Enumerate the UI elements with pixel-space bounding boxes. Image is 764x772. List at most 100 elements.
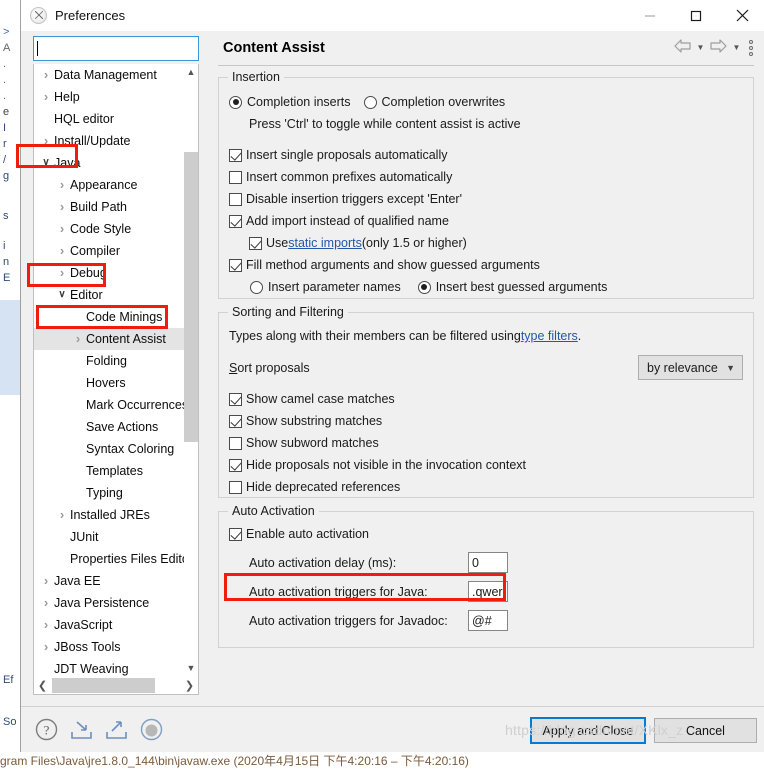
tree-item-typing[interactable]: Typing [34,482,186,504]
tree-item-junit[interactable]: JUnit [34,526,186,548]
tree-item-save-actions[interactable]: Save Actions [34,416,186,438]
type-filters-link[interactable]: type filters [521,329,578,343]
chevron-right-icon[interactable] [38,574,54,588]
tree-item-syntax-coloring[interactable]: Syntax Coloring [34,438,186,460]
forward-dropdown-icon[interactable]: ▼ [730,43,743,52]
chevron-right-icon[interactable] [54,200,70,214]
disable-insertion-triggers-checkbox[interactable] [229,192,242,206]
tree-item-folding[interactable]: Folding [34,350,186,372]
sort-proposals-label: Sort proposals [229,360,310,375]
insert-parameter-names-radio[interactable] [250,280,263,294]
show-camel-case-checkbox[interactable] [229,392,242,406]
chevron-down-icon: ▼ [726,362,735,373]
java-triggers-input[interactable]: .qwer [468,581,508,602]
chevron-right-icon[interactable] [38,134,54,148]
insert-common-prefixes-checkbox[interactable] [229,170,242,184]
tree-item-properties-files-editor[interactable]: Properties Files Editor [34,548,186,570]
completion-inserts-label: Completion inserts [247,95,351,109]
bg-line: r [3,138,7,150]
preferences-tree[interactable]: Data Management Help HQL editor Install/Upd… [33,64,199,695]
tree-item-debug[interactable]: Debug [34,262,186,284]
tree-item-label: Save Actions [86,420,159,434]
tree-item-appearance[interactable]: Appearance [34,174,186,196]
forward-arrow-icon[interactable] [709,39,728,56]
tree-item-code-style[interactable]: Code Style [34,218,186,240]
show-substring-checkbox[interactable] [229,414,242,428]
chevron-right-icon[interactable] [54,508,70,522]
chevron-right-icon[interactable] [54,244,70,258]
bg-line: So [3,716,17,728]
tree-item-java[interactable]: Java [34,152,186,174]
chevron-right-icon[interactable] [38,90,54,104]
completion-overwrites-radio[interactable] [363,95,377,109]
tree-item-hql-editor[interactable]: HQL editor [34,108,186,130]
tree-item-templates[interactable]: Templates [34,460,186,482]
hide-deprecated-checkbox[interactable] [229,480,242,494]
tree-item-content-assist[interactable]: Content Assist [34,328,186,350]
tree-item-data-management[interactable]: Data Management [34,64,186,86]
view-menu-icon[interactable] [749,39,753,56]
export-icon[interactable] [104,717,129,742]
fill-method-arguments-checkbox[interactable] [229,258,242,272]
chevron-right-icon[interactable] [54,266,70,280]
tree-vertical-scrollbar-thumb[interactable] [184,152,198,442]
enable-auto-activation-label: Enable auto activation [246,527,370,541]
chevron-right-icon[interactable] [38,596,54,610]
tree-item-install-update[interactable]: Install/Update [34,130,186,152]
insert-best-guessed-radio[interactable] [417,280,431,294]
tree-horizontal-scrollbar-thumb[interactable] [52,678,155,693]
tree-item-code-minings[interactable]: Code Minings [34,306,186,328]
tree-item-hovers[interactable]: Hovers [34,372,186,394]
tree-item-label: Syntax Coloring [86,442,175,456]
tree-vertical-scrollbar[interactable]: ▲ ▼ [184,64,198,676]
tree-item-jdt-weaving[interactable]: JDT Weaving [34,658,186,676]
tree-item-installed-jres[interactable]: Installed JREs [34,504,186,526]
record-icon[interactable] [139,717,164,742]
show-subword-checkbox[interactable] [229,436,242,450]
back-dropdown-icon[interactable]: ▼ [694,43,707,52]
sort-proposals-combobox[interactable]: by relevance ▼ [638,355,743,380]
chevron-down-icon[interactable] [54,290,70,300]
chevron-right-icon[interactable] [38,618,54,632]
hide-not-visible-checkbox[interactable] [229,458,242,472]
import-icon[interactable] [69,717,94,742]
completion-inserts-radio[interactable] [229,95,242,109]
scroll-right-icon[interactable]: ❯ [181,677,198,694]
chevron-down-icon[interactable] [38,158,54,168]
tree-horizontal-scrollbar[interactable]: ❮ ❯ [34,677,198,694]
chevron-right-icon[interactable] [70,332,86,346]
bg-line: > [3,26,10,38]
tree-item-build-path[interactable]: Build Path [34,196,186,218]
tree-item-jboss-tools[interactable]: JBoss Tools [34,636,186,658]
auto-activation-delay-input[interactable]: 0 [468,552,508,573]
enable-auto-activation-checkbox[interactable] [229,527,242,541]
chevron-right-icon[interactable] [54,178,70,192]
add-import-checkbox[interactable] [229,214,242,228]
tree-item-label: Typing [86,486,123,500]
tree-item-compiler[interactable]: Compiler [34,240,186,262]
minimize-button[interactable] [627,0,673,31]
back-arrow-icon[interactable] [673,39,692,56]
tree-item-java-persistence[interactable]: Java Persistence [34,592,186,614]
chevron-right-icon[interactable] [54,222,70,236]
chevron-right-icon[interactable] [38,68,54,82]
show-camel-case-label: Show camel case matches [246,392,395,406]
maximize-button[interactable] [673,0,719,31]
tree-item-help[interactable]: Help [34,86,186,108]
ctrl-toggle-hint: Press 'Ctrl' to toggle while content ass… [249,117,521,131]
scroll-left-icon[interactable]: ❮ [34,677,51,694]
use-static-imports-checkbox[interactable] [249,236,262,250]
filter-input[interactable] [33,36,199,61]
tree-item-javascript[interactable]: JavaScript [34,614,186,636]
tree-item-java-ee[interactable]: Java EE [34,570,186,592]
tree-item-mark-occurrences[interactable]: Mark Occurrences [34,394,186,416]
static-imports-link[interactable]: static imports [288,236,362,250]
help-icon[interactable]: ? [34,717,59,742]
tree-item-editor[interactable]: Editor [34,284,186,306]
scroll-down-icon[interactable]: ▼ [184,660,198,676]
chevron-right-icon[interactable] [38,640,54,654]
javadoc-triggers-input[interactable]: @# [468,610,508,631]
scroll-up-icon[interactable]: ▲ [184,64,198,80]
close-button[interactable] [719,0,764,31]
insert-single-proposals-checkbox[interactable] [229,148,242,162]
